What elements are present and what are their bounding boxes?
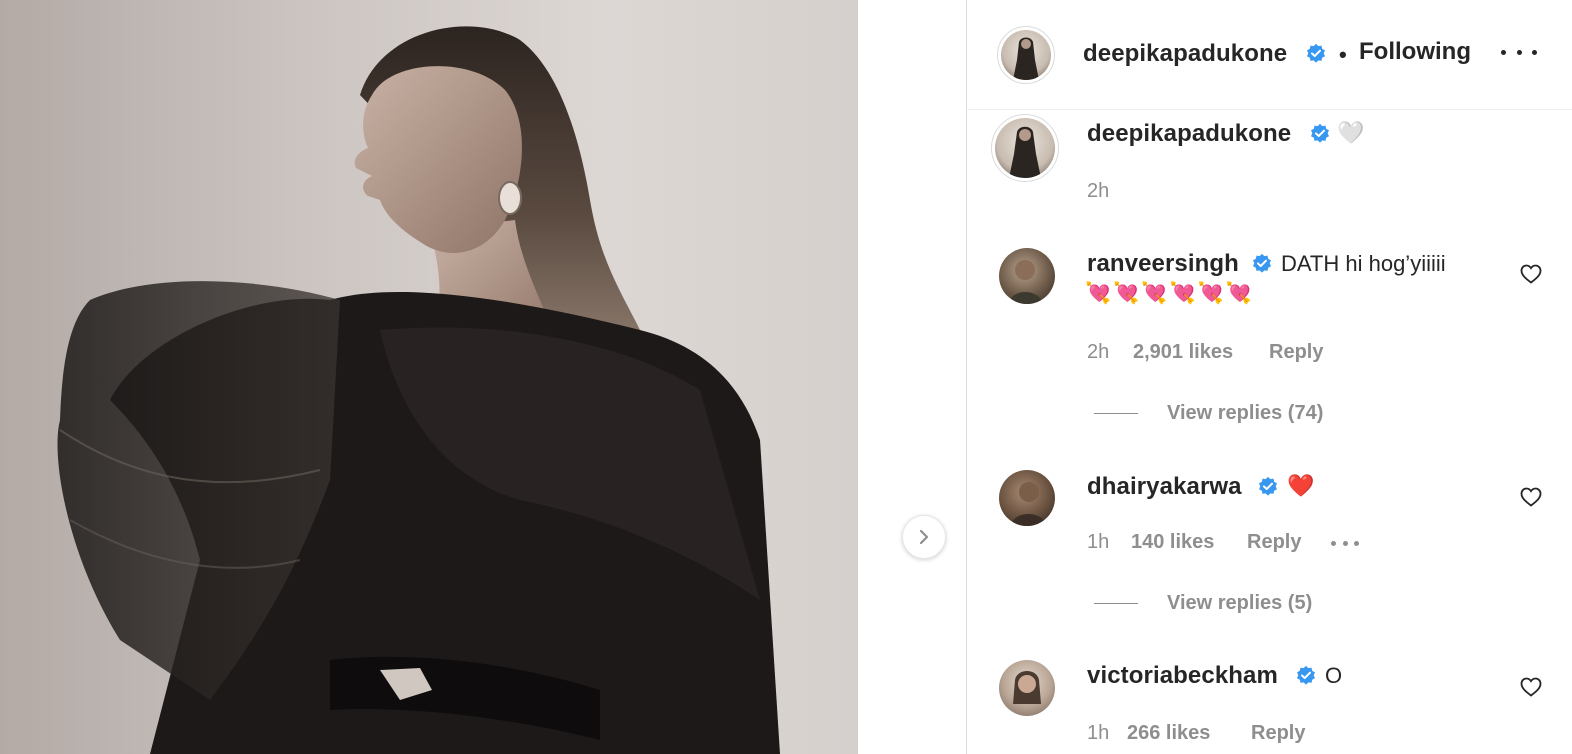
author-avatar[interactable] [997, 26, 1055, 84]
separator-dot: • [1339, 42, 1347, 67]
caption-avatar[interactable] [991, 114, 1059, 182]
post-photo[interactable] [0, 0, 858, 754]
like-heart-icon[interactable] [1519, 675, 1543, 699]
author-username[interactable]: deepikapadukone [1083, 40, 1287, 68]
next-photo-button[interactable] [902, 515, 946, 559]
avatar-image [1011, 482, 1047, 526]
commenter-avatar[interactable] [999, 470, 1055, 526]
comments-panel: deepikapadukone • Following deepikapaduk… [966, 0, 1572, 754]
view-replies-button[interactable]: View replies (74) [1167, 402, 1323, 425]
caption-username[interactable]: deepikapadukone [1087, 120, 1291, 148]
comment-likes[interactable]: 266 likes [1127, 722, 1210, 745]
comment-text: DATH hi hog’yiiiii [1281, 251, 1446, 276]
photo-illustration [57, 26, 780, 754]
chevron-right-icon [919, 529, 929, 545]
like-heart-icon[interactable] [1519, 262, 1543, 286]
verified-badge-icon [1253, 253, 1271, 273]
verified-badge-icon [1311, 123, 1329, 143]
avatar-image [1009, 260, 1043, 304]
comment-likes[interactable]: 140 likes [1131, 531, 1214, 554]
comment-likes[interactable]: 2,901 likes [1133, 341, 1233, 364]
photo-gutter [858, 0, 966, 754]
comment-timestamp[interactable]: 2h [1087, 341, 1109, 364]
comment-username[interactable]: dhairyakarwa [1087, 473, 1242, 501]
comment-more-icon[interactable] [1331, 538, 1359, 548]
comment-text: ❤️ [1287, 473, 1315, 498]
comment-text: O [1325, 663, 1343, 688]
commenter-avatar[interactable] [999, 248, 1055, 304]
verified-badge-icon [1307, 43, 1325, 63]
avatar-image [1013, 37, 1039, 80]
like-heart-icon[interactable] [1519, 485, 1543, 509]
commenter-avatar[interactable] [999, 660, 1055, 716]
reply-button[interactable]: Reply [1247, 531, 1301, 554]
comment-timestamp[interactable]: 1h [1087, 722, 1109, 745]
more-options-icon[interactable] [1501, 40, 1537, 64]
caption-text: 🤍 [1337, 120, 1365, 145]
avatar-image [1009, 126, 1041, 178]
verified-badge-icon [1297, 665, 1315, 685]
reply-button[interactable]: Reply [1269, 341, 1323, 364]
avatar-image [1013, 671, 1041, 704]
verified-badge-icon [1259, 476, 1277, 496]
caption-timestamp[interactable]: 2h [1087, 180, 1109, 203]
view-replies-button[interactable]: View replies (5) [1167, 592, 1312, 615]
view-replies-line [1094, 413, 1138, 414]
comment-username[interactable]: victoriabeckham [1087, 662, 1278, 690]
comment-username[interactable]: ranveersingh [1087, 250, 1239, 278]
post-header: deepikapadukone • Following [967, 0, 1572, 110]
comment-timestamp[interactable]: 1h [1087, 531, 1109, 554]
comment-emoji-line: 💘💘💘💘💘💘 [1085, 282, 1254, 305]
view-replies-line [1094, 603, 1138, 604]
following-button[interactable]: Following [1359, 38, 1471, 66]
reply-button[interactable]: Reply [1251, 722, 1305, 745]
